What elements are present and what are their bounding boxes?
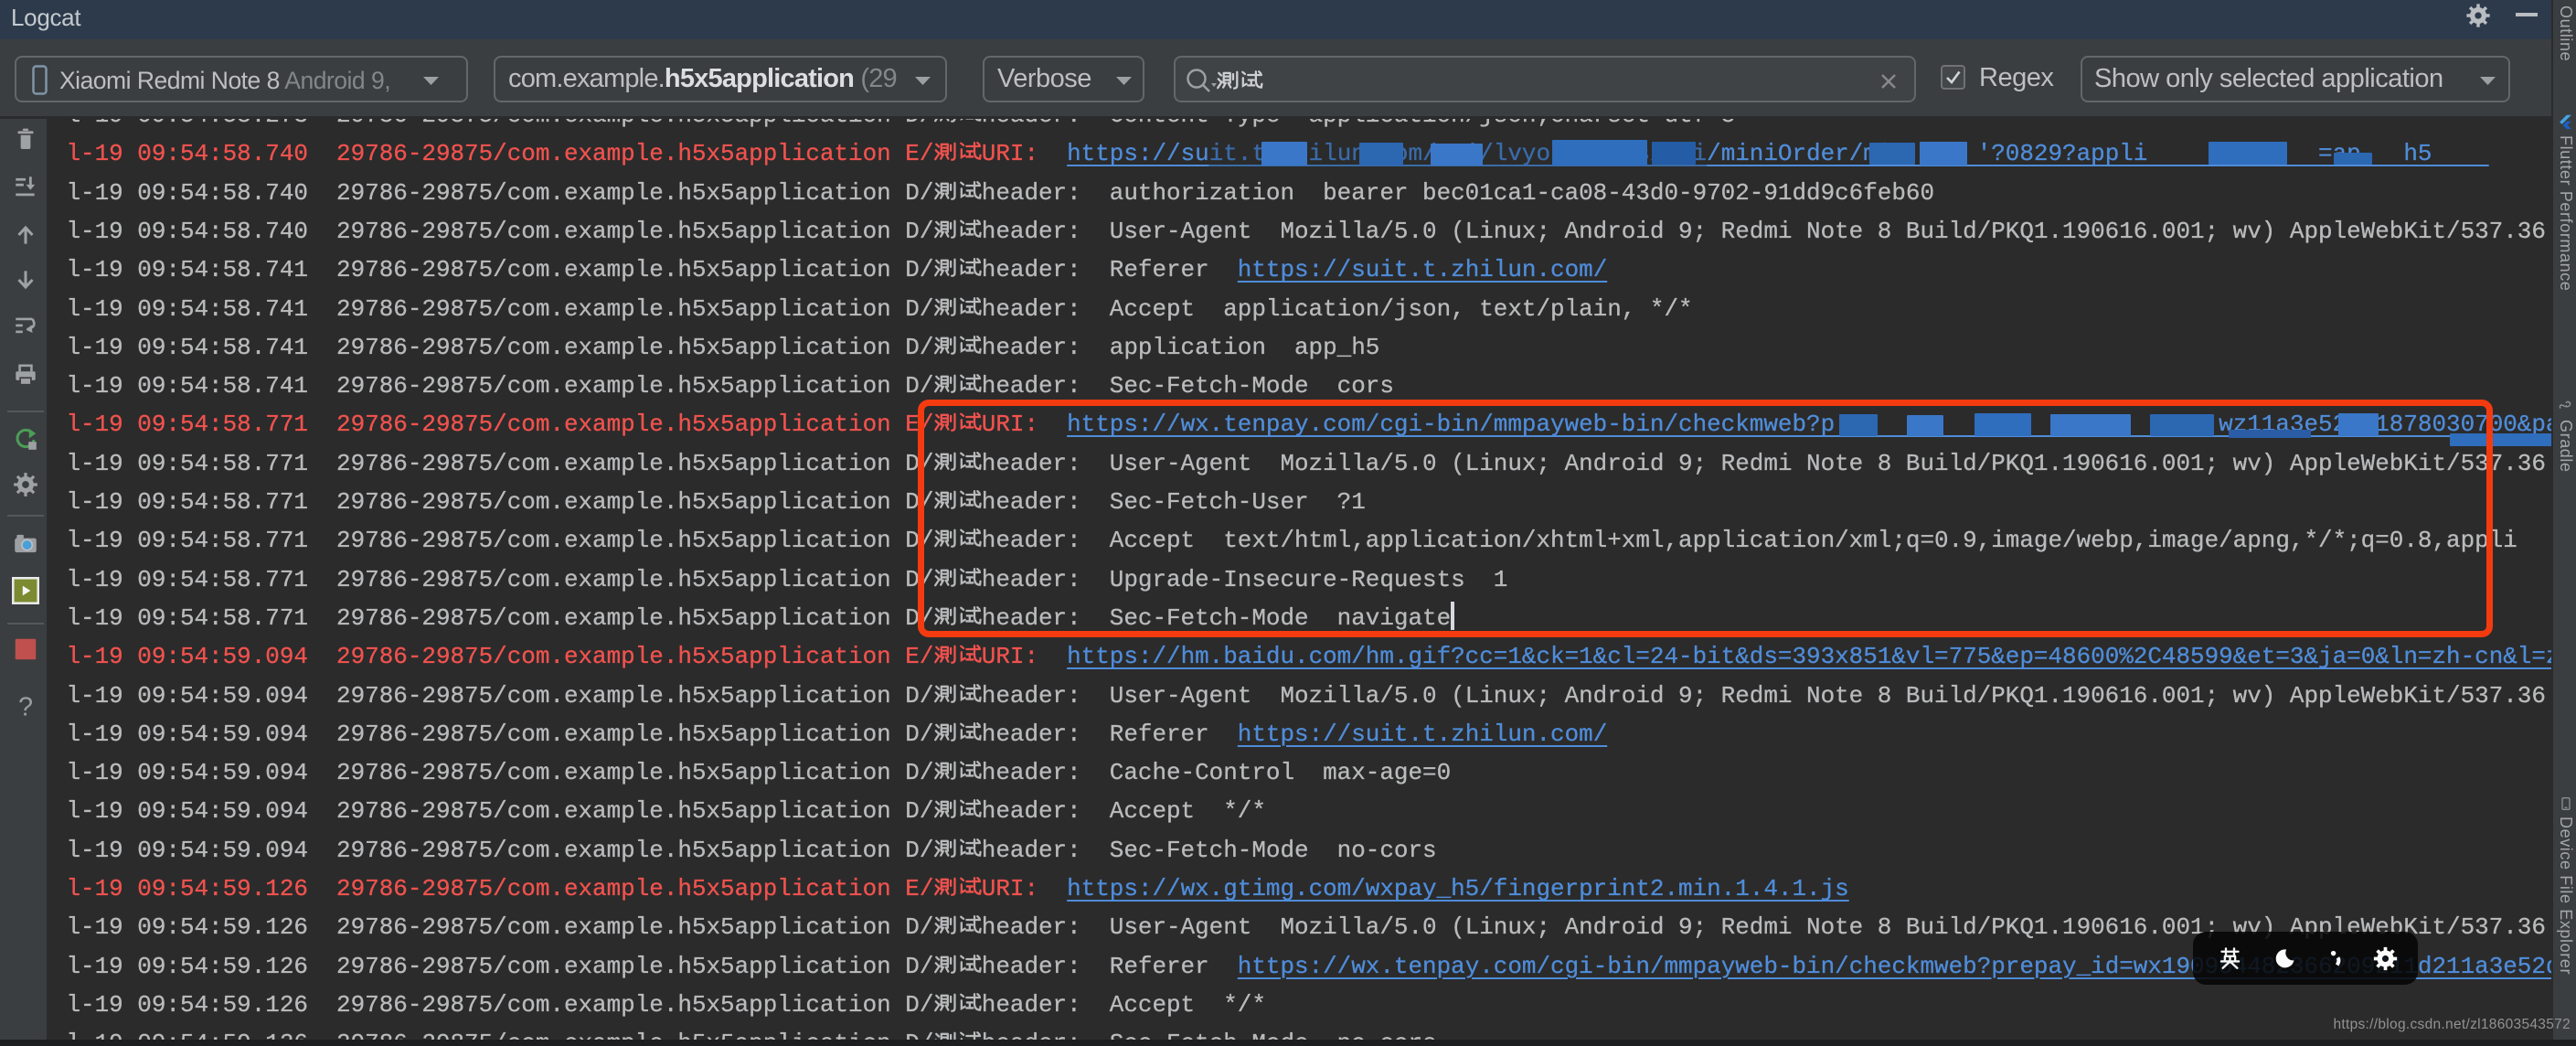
svg-text:?: ?	[18, 693, 33, 720]
